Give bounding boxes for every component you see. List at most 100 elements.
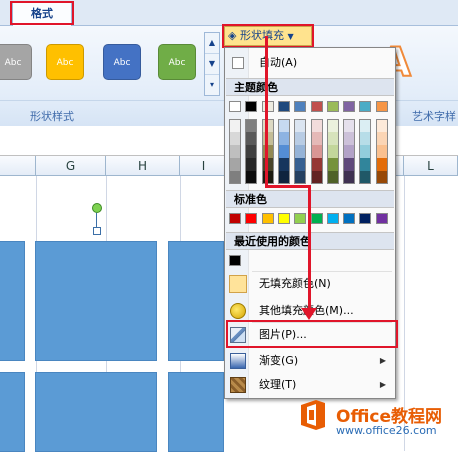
theme-shade-swatch[interactable] bbox=[245, 171, 257, 184]
theme-shade-swatch[interactable] bbox=[278, 132, 290, 145]
theme-shade-swatch[interactable] bbox=[311, 145, 323, 158]
theme-color-swatch[interactable] bbox=[229, 101, 241, 112]
theme-shade-swatch[interactable] bbox=[359, 119, 371, 132]
style-gallery-scroll[interactable]: ▲ ▼ ▾ bbox=[204, 32, 220, 96]
scroll-down-icon[interactable]: ▼ bbox=[205, 54, 219, 75]
resize-handle[interactable] bbox=[93, 227, 101, 235]
theme-color-swatch[interactable] bbox=[278, 101, 290, 112]
theme-shade-swatch[interactable] bbox=[343, 171, 355, 184]
theme-shade-swatch[interactable] bbox=[294, 145, 306, 158]
gallery-more-icon[interactable]: ▾ bbox=[205, 75, 219, 96]
theme-shade-swatch[interactable] bbox=[327, 171, 339, 184]
standard-color-swatch[interactable] bbox=[311, 213, 323, 224]
theme-shade-swatch[interactable] bbox=[262, 158, 274, 171]
theme-shade-swatch[interactable] bbox=[327, 145, 339, 158]
theme-color-swatch[interactable] bbox=[262, 101, 274, 112]
menu-item-no-fill-label: 无填充颜色(N) bbox=[259, 277, 331, 290]
theme-color-swatch[interactable] bbox=[359, 101, 371, 112]
theme-shade-swatch[interactable] bbox=[229, 132, 241, 145]
theme-shade-swatch[interactable] bbox=[343, 132, 355, 145]
theme-color-swatch[interactable] bbox=[343, 101, 355, 112]
theme-shade-swatch[interactable] bbox=[376, 171, 388, 184]
theme-shade-swatch[interactable] bbox=[376, 145, 388, 158]
theme-shade-swatch[interactable] bbox=[294, 158, 306, 171]
theme-color-swatch[interactable] bbox=[245, 101, 257, 112]
theme-shade-swatch[interactable] bbox=[245, 132, 257, 145]
theme-shade-swatch[interactable] bbox=[359, 171, 371, 184]
theme-shade-swatch[interactable] bbox=[278, 119, 290, 132]
theme-shade-swatch[interactable] bbox=[262, 171, 274, 184]
theme-color-swatch[interactable] bbox=[327, 101, 339, 112]
standard-color-swatch[interactable] bbox=[376, 213, 388, 224]
shape-tile[interactable] bbox=[35, 372, 157, 452]
column-header-l[interactable]: L bbox=[404, 156, 458, 176]
standard-color-swatch[interactable] bbox=[343, 213, 355, 224]
theme-shade-swatch[interactable] bbox=[343, 145, 355, 158]
theme-shade-swatch[interactable] bbox=[229, 171, 241, 184]
theme-shade-swatch[interactable] bbox=[311, 119, 323, 132]
shape-tile[interactable] bbox=[168, 241, 224, 361]
theme-shade-swatch[interactable] bbox=[327, 132, 339, 145]
theme-shade-swatch[interactable] bbox=[278, 145, 290, 158]
standard-color-swatch[interactable] bbox=[229, 213, 241, 224]
theme-shade-swatch[interactable] bbox=[245, 145, 257, 158]
column-header-h[interactable]: H bbox=[106, 156, 180, 176]
theme-shade-swatch[interactable] bbox=[376, 119, 388, 132]
annotation-format-tab-box bbox=[10, 1, 74, 25]
column-header-g[interactable]: G bbox=[36, 156, 106, 176]
theme-shade-swatch[interactable] bbox=[359, 132, 371, 145]
shape-style-gray[interactable]: Abc bbox=[0, 44, 32, 80]
column-header-k[interactable] bbox=[396, 156, 404, 176]
theme-shade-swatch[interactable] bbox=[327, 119, 339, 132]
theme-color-swatch[interactable] bbox=[311, 101, 323, 112]
shape-style-orange[interactable]: Abc bbox=[46, 44, 84, 80]
theme-shade-swatch[interactable] bbox=[262, 145, 274, 158]
theme-shade-swatch[interactable] bbox=[229, 145, 241, 158]
theme-shade-swatch[interactable] bbox=[311, 158, 323, 171]
theme-color-swatch[interactable] bbox=[376, 101, 388, 112]
theme-shade-swatch[interactable] bbox=[343, 158, 355, 171]
menu-item-gradient[interactable]: 渐变(G) ▶ bbox=[226, 350, 394, 372]
column-header-i[interactable]: I bbox=[180, 156, 228, 176]
theme-shade-swatch[interactable] bbox=[327, 158, 339, 171]
theme-shade-swatch[interactable] bbox=[245, 158, 257, 171]
theme-colors-row bbox=[229, 101, 394, 114]
rotation-handle[interactable] bbox=[92, 203, 102, 213]
standard-color-swatch[interactable] bbox=[294, 213, 306, 224]
scroll-up-icon[interactable]: ▲ bbox=[205, 33, 219, 54]
theme-shade-swatch[interactable] bbox=[294, 171, 306, 184]
theme-shade-swatch[interactable] bbox=[262, 119, 274, 132]
shape-tile[interactable] bbox=[0, 372, 25, 452]
recent-color-swatch[interactable] bbox=[229, 255, 241, 266]
shape-style-blue[interactable]: Abc bbox=[103, 44, 141, 80]
column-header-blank bbox=[0, 156, 36, 176]
standard-color-swatch[interactable] bbox=[262, 213, 274, 224]
menu-item-texture-label: 纹理(T) bbox=[259, 378, 297, 391]
theme-shade-swatch[interactable] bbox=[229, 158, 241, 171]
theme-shade-swatch[interactable] bbox=[311, 132, 323, 145]
theme-color-swatch[interactable] bbox=[294, 101, 306, 112]
theme-shade-swatch[interactable] bbox=[376, 158, 388, 171]
theme-shade-swatch[interactable] bbox=[376, 132, 388, 145]
shape-tile[interactable] bbox=[35, 241, 157, 361]
standard-color-swatch[interactable] bbox=[245, 213, 257, 224]
theme-shade-swatch[interactable] bbox=[359, 158, 371, 171]
theme-shade-swatch[interactable] bbox=[359, 145, 371, 158]
theme-shade-swatch[interactable] bbox=[245, 119, 257, 132]
shape-tile[interactable] bbox=[0, 241, 25, 361]
theme-shade-swatch[interactable] bbox=[294, 119, 306, 132]
theme-shade-swatch[interactable] bbox=[311, 171, 323, 184]
shape-tile[interactable] bbox=[168, 372, 224, 452]
theme-shade-swatch[interactable] bbox=[262, 132, 274, 145]
standard-color-swatch[interactable] bbox=[359, 213, 371, 224]
theme-shade-swatch[interactable] bbox=[294, 132, 306, 145]
menu-item-texture[interactable]: 纹理(T) ▶ bbox=[226, 374, 394, 396]
standard-color-swatch[interactable] bbox=[278, 213, 290, 224]
theme-shade-swatch[interactable] bbox=[229, 119, 241, 132]
shape-style-green[interactable]: Abc bbox=[158, 44, 196, 80]
menu-item-auto[interactable]: 自动(A) bbox=[226, 52, 394, 74]
theme-shade-swatch[interactable] bbox=[278, 171, 290, 184]
standard-color-swatch[interactable] bbox=[327, 213, 339, 224]
theme-shade-swatch[interactable] bbox=[278, 158, 290, 171]
theme-shade-swatch[interactable] bbox=[343, 119, 355, 132]
